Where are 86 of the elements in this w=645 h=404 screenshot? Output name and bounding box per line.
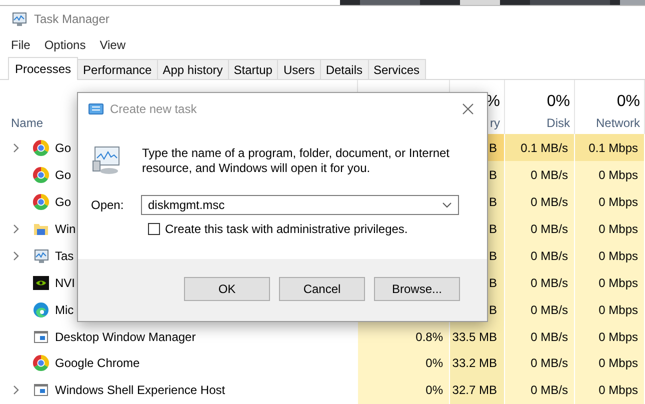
chevron-icon[interactable] bbox=[12, 250, 20, 261]
instruction-text: Type the name of a program, folder, document, or Internet resource, and Windows will open it for you. bbox=[142, 146, 451, 176]
cpu-value: 0.8% bbox=[416, 330, 443, 344]
menu-item[interactable]: File bbox=[11, 38, 30, 52]
column-header[interactable]: Network bbox=[596, 116, 640, 130]
tab[interactable]: Performance bbox=[77, 59, 158, 80]
process-name[interactable]: Go bbox=[55, 194, 72, 209]
tab[interactable]: Startup bbox=[228, 59, 278, 80]
chevron-icon[interactable] bbox=[12, 385, 20, 396]
disk-value: 0 MB/s bbox=[530, 248, 568, 263]
window-icon bbox=[33, 382, 49, 398]
column-header[interactable]: Name bbox=[11, 116, 44, 130]
memory-value: B bbox=[488, 302, 497, 317]
checkbox[interactable] bbox=[148, 223, 160, 235]
memory-value: B bbox=[488, 276, 497, 290]
chrome-icon bbox=[33, 355, 49, 372]
network-value: 0 Mbps bbox=[598, 330, 638, 344]
cpu-value: 0% bbox=[426, 356, 443, 370]
network-value: 0 Mbps bbox=[598, 194, 638, 209]
open-label: Open: bbox=[91, 198, 125, 212]
network-value: 0 Mbps bbox=[598, 222, 638, 236]
process-name[interactable]: Windows Shell Experience Host bbox=[55, 383, 226, 398]
menu-item[interactable]: View bbox=[100, 38, 126, 52]
network-value: 0 Mbps bbox=[598, 248, 638, 263]
caret-icon[interactable] bbox=[442, 202, 452, 208]
memory-value: 33.5 MB bbox=[452, 330, 497, 344]
memory-value: B bbox=[488, 194, 497, 209]
process-name[interactable]: Desktop Window Manager bbox=[55, 330, 196, 344]
window-icon bbox=[33, 328, 49, 344]
tab[interactable]: Processes bbox=[8, 57, 78, 80]
chrome-icon bbox=[33, 194, 49, 210]
dialog-button[interactable]: Browse... bbox=[374, 277, 460, 301]
disk-value: 0 MB/s bbox=[530, 302, 568, 317]
tab[interactable]: Details bbox=[320, 59, 368, 80]
disk-value: 0 MB/s bbox=[530, 383, 568, 398]
disk-value: 0 MB/s bbox=[530, 330, 568, 344]
chrome-icon bbox=[33, 140, 49, 156]
memory-value: 32.7 MB bbox=[452, 383, 497, 398]
process-name[interactable]: Go bbox=[55, 140, 72, 155]
process-name[interactable]: Google Chrome bbox=[55, 356, 140, 370]
process-name[interactable]: Tas bbox=[55, 248, 74, 263]
network-value: 0 Mbps bbox=[598, 302, 638, 317]
disk-value: 0 MB/s bbox=[530, 168, 568, 182]
process-name[interactable]: NVI bbox=[55, 276, 76, 290]
app-icon bbox=[11, 11, 27, 27]
dialog-button[interactable]: OK bbox=[184, 277, 270, 301]
swirl-icon bbox=[33, 302, 49, 318]
disk-value: 0 MB/s bbox=[530, 194, 568, 209]
tab[interactable]: App history bbox=[156, 59, 229, 80]
memory-value: 33.2 MB bbox=[452, 356, 497, 370]
disk-value: 0 MB/s bbox=[530, 356, 568, 370]
disk-value: 0.1 MB/s bbox=[520, 140, 568, 155]
checkbox-label: Create this task with administrative privileges. bbox=[165, 222, 408, 236]
process-name[interactable]: Win bbox=[55, 222, 76, 236]
close-icon[interactable] bbox=[462, 103, 474, 115]
column-percent: 0% bbox=[616, 93, 640, 112]
memory-value: B bbox=[488, 168, 497, 182]
dialog-button[interactable]: Cancel bbox=[279, 277, 365, 301]
network-value: 0 Mbps bbox=[598, 168, 638, 182]
tab[interactable]: Users bbox=[277, 59, 321, 80]
network-value: 0 Mbps bbox=[598, 276, 638, 290]
column-header[interactable]: Disk bbox=[546, 116, 570, 130]
network-value: 0 Mbps bbox=[598, 356, 638, 370]
process-name[interactable]: Go bbox=[55, 168, 72, 182]
chrome-icon bbox=[33, 166, 49, 183]
dialog-title: Create new task bbox=[110, 102, 198, 116]
memory-value: B bbox=[488, 140, 497, 155]
chevron-icon[interactable] bbox=[12, 224, 20, 234]
window-title: Task Manager bbox=[34, 12, 110, 26]
process-name[interactable]: Mic bbox=[55, 302, 74, 317]
network-value: 0.1 Mbps bbox=[588, 140, 638, 155]
column-percent: 0% bbox=[546, 93, 570, 112]
tab[interactable]: Services bbox=[368, 59, 426, 80]
column-header[interactable]: ry bbox=[490, 116, 500, 130]
memory-value: B bbox=[488, 222, 497, 236]
monitor-icon bbox=[33, 248, 49, 264]
menu-item[interactable]: Options bbox=[44, 38, 86, 52]
disk-value: 0 MB/s bbox=[530, 222, 568, 236]
run-icon bbox=[88, 103, 104, 115]
command-combobox[interactable]: diskmgmt.msc bbox=[141, 195, 459, 215]
disk-value: 0 MB/s bbox=[530, 276, 568, 290]
chevron-icon[interactable] bbox=[12, 142, 20, 153]
eye-logo-icon bbox=[33, 274, 49, 291]
cpu-value: 0% bbox=[426, 383, 443, 398]
network-value: 0 Mbps bbox=[598, 383, 638, 398]
memory-value: B bbox=[488, 248, 497, 263]
